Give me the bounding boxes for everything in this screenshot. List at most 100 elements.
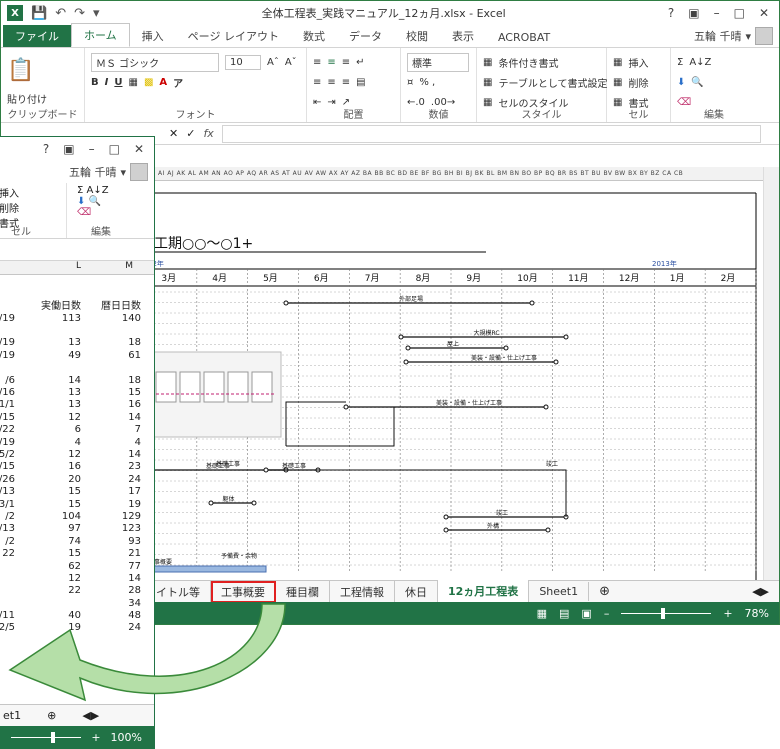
normal-view-icon[interactable]: ▦	[537, 607, 547, 620]
sheet-tab-items[interactable]: 種目欄	[276, 580, 330, 603]
minimize-button[interactable]: –	[714, 6, 720, 20]
second-insert-button[interactable]: 挿入	[0, 185, 66, 200]
align-left-icon[interactable]: ≡	[313, 77, 321, 88]
tab-acrobat[interactable]: ACROBAT	[486, 28, 562, 47]
tab-view[interactable]: 表示	[440, 25, 486, 47]
sheet-tab-sheet1[interactable]: Sheet1	[529, 582, 590, 601]
conditional-format-button[interactable]: 条件付き書式	[498, 55, 558, 70]
second-zoom-in-icon[interactable]: +	[91, 731, 100, 744]
sheet-nav-icon[interactable]: ◀▶	[752, 585, 779, 598]
paste-button[interactable]: 貼り付け	[7, 91, 47, 106]
fill-color-icon[interactable]: ▩	[144, 77, 153, 88]
zoom-slider-knob[interactable]	[661, 607, 666, 619]
help-button[interactable]: ?	[668, 6, 674, 20]
second-zoom-level[interactable]: 100%	[111, 731, 142, 744]
page-break-view-icon[interactable]: ▣	[581, 607, 591, 620]
border-icon[interactable]: ▦	[128, 77, 137, 88]
table-row: /15 16 23	[0, 461, 154, 473]
font-name-select[interactable]: ＭＳ ゴシック	[91, 52, 219, 72]
undo-icon[interactable]: ↶	[55, 6, 66, 21]
currency-icon[interactable]: ¤	[407, 77, 413, 88]
calendar-days-cell: 4	[134, 436, 141, 448]
paste-icon[interactable]: 📋	[7, 52, 78, 88]
second-sheet-nav-icon[interactable]: ◀▶	[82, 709, 99, 722]
tab-insert[interactable]: 挿入	[130, 25, 176, 47]
sheet-tab-12month[interactable]: 12ヵ月工程表	[438, 579, 530, 604]
align-center-icon[interactable]: ≡	[327, 77, 335, 88]
enter-icon[interactable]: ✓	[186, 127, 195, 140]
close-button[interactable]: ✕	[759, 6, 769, 20]
second-close-button[interactable]: ✕	[134, 142, 144, 156]
tab-formulas[interactable]: 数式	[291, 25, 337, 47]
second-maximize-button[interactable]: □	[109, 142, 120, 156]
sheet-tab-title[interactable]: イトル等	[146, 580, 211, 603]
second-sheet-tab[interactable]: et1	[3, 709, 21, 722]
second-ribbon: 挿入 削除 書式 セル Σ A↓Z ⬇ 🔍 ⌫ 編集	[0, 183, 154, 239]
sheet-tab-overview[interactable]: 工事概要	[211, 580, 276, 603]
second-minimize-button[interactable]: –	[89, 142, 95, 156]
second-sheet-table[interactable]: 実働日数 暦日日数 /19 113 140 /19 13 18/19 49 61 /6 14 1…	[0, 297, 154, 634]
redo-icon[interactable]: ↷	[74, 6, 85, 21]
fill-icon[interactable]: ⬇	[677, 77, 685, 88]
grow-font-icon[interactable]: Aˆ	[267, 57, 279, 68]
font-color-icon[interactable]: A	[159, 77, 167, 88]
align-middle-icon[interactable]: ≡	[327, 57, 335, 68]
date-cell: /2	[5, 510, 15, 522]
second-delete-button[interactable]: 削除	[0, 200, 66, 215]
merge-icon[interactable]: ▤	[356, 77, 365, 88]
maximize-button[interactable]: □	[734, 6, 745, 20]
sheet-tab-schedule-info[interactable]: 工程情報	[330, 580, 395, 603]
tab-file[interactable]: ファイル	[3, 25, 71, 47]
number-format-select[interactable]: 標準	[407, 52, 469, 72]
align-right-icon[interactable]: ≡	[342, 77, 350, 88]
avatar-caret-icon: ▾	[745, 29, 751, 43]
sort-filter-icon[interactable]: A↓Z	[689, 57, 711, 68]
font-size-select[interactable]: 10	[225, 54, 261, 70]
tab-review[interactable]: 校閲	[394, 25, 440, 47]
tab-page-layout[interactable]: ページ レイアウト	[176, 25, 291, 47]
delete-cells-button[interactable]: 削除	[628, 75, 648, 90]
second-zoom-knob[interactable]	[51, 731, 56, 743]
phonetic-icon[interactable]: ア	[173, 75, 183, 90]
save-icon[interactable]: 💾	[31, 6, 47, 21]
formula-input[interactable]	[221, 124, 761, 143]
shrink-font-icon[interactable]: Aˇ	[285, 57, 297, 68]
tab-home[interactable]: ホーム	[71, 23, 130, 47]
format-table-button[interactable]: テーブルとして書式設定	[498, 75, 607, 90]
tab-data[interactable]: データ	[337, 25, 394, 47]
find-select-icon[interactable]: 🔍	[691, 77, 703, 88]
sheet-tab-holidays[interactable]: 休日	[395, 580, 438, 603]
insert-function-button[interactable]: fx	[203, 127, 213, 140]
zoom-in-icon[interactable]: +	[723, 607, 732, 620]
zoom-slider[interactable]	[621, 607, 712, 619]
insert-cells-button[interactable]: 挿入	[628, 55, 648, 70]
ribbon-display-icon[interactable]: ▣	[688, 6, 699, 20]
second-user-account[interactable]: 五輪 千晴 ▾	[69, 163, 148, 183]
second-add-sheet-icon[interactable]: ⊕	[47, 709, 56, 722]
vertical-scrollbar[interactable]	[763, 167, 779, 581]
second-zoom-slider[interactable]	[11, 731, 82, 743]
align-top-icon[interactable]: ≡	[313, 57, 321, 68]
schedule-node	[543, 404, 549, 410]
add-sheet-icon[interactable]: ⊕	[589, 581, 620, 602]
italic-button[interactable]: I	[105, 77, 109, 88]
bold-button[interactable]: B	[91, 77, 99, 88]
second-format-button[interactable]: 書式	[0, 215, 66, 230]
zoom-level[interactable]: 78%	[745, 607, 769, 620]
autosum-icon[interactable]: Σ	[677, 57, 683, 68]
percent-button[interactable]: % ,	[419, 77, 435, 88]
second-find-icon[interactable]: ⬇ 🔍	[77, 196, 154, 207]
user-account[interactable]: 五輪 千晴 ▾	[694, 27, 773, 47]
wrap-text-icon[interactable]: ↵	[356, 57, 364, 68]
cancel-icon[interactable]: ✕	[169, 127, 178, 140]
zoom-out-icon[interactable]: –	[604, 607, 610, 620]
second-help-button[interactable]: ?	[43, 142, 49, 156]
schedule-sheet[interactable]: 工期○○～○1+12年 2013年3月 4月 5月 6月 7月 8月 9月 10月 11月 12月 1…	[146, 182, 763, 580]
second-ribbon-display-icon[interactable]: ▣	[63, 142, 74, 156]
page-layout-view-icon[interactable]: ▤	[559, 607, 569, 620]
underline-button[interactable]: U	[114, 77, 122, 88]
second-clear-icon[interactable]: ⌫	[77, 207, 154, 218]
second-autosum-icon[interactable]: Σ A↓Z	[77, 185, 154, 196]
align-bottom-icon[interactable]: ≡	[342, 57, 350, 68]
second-formula-bar[interactable]	[0, 239, 154, 261]
